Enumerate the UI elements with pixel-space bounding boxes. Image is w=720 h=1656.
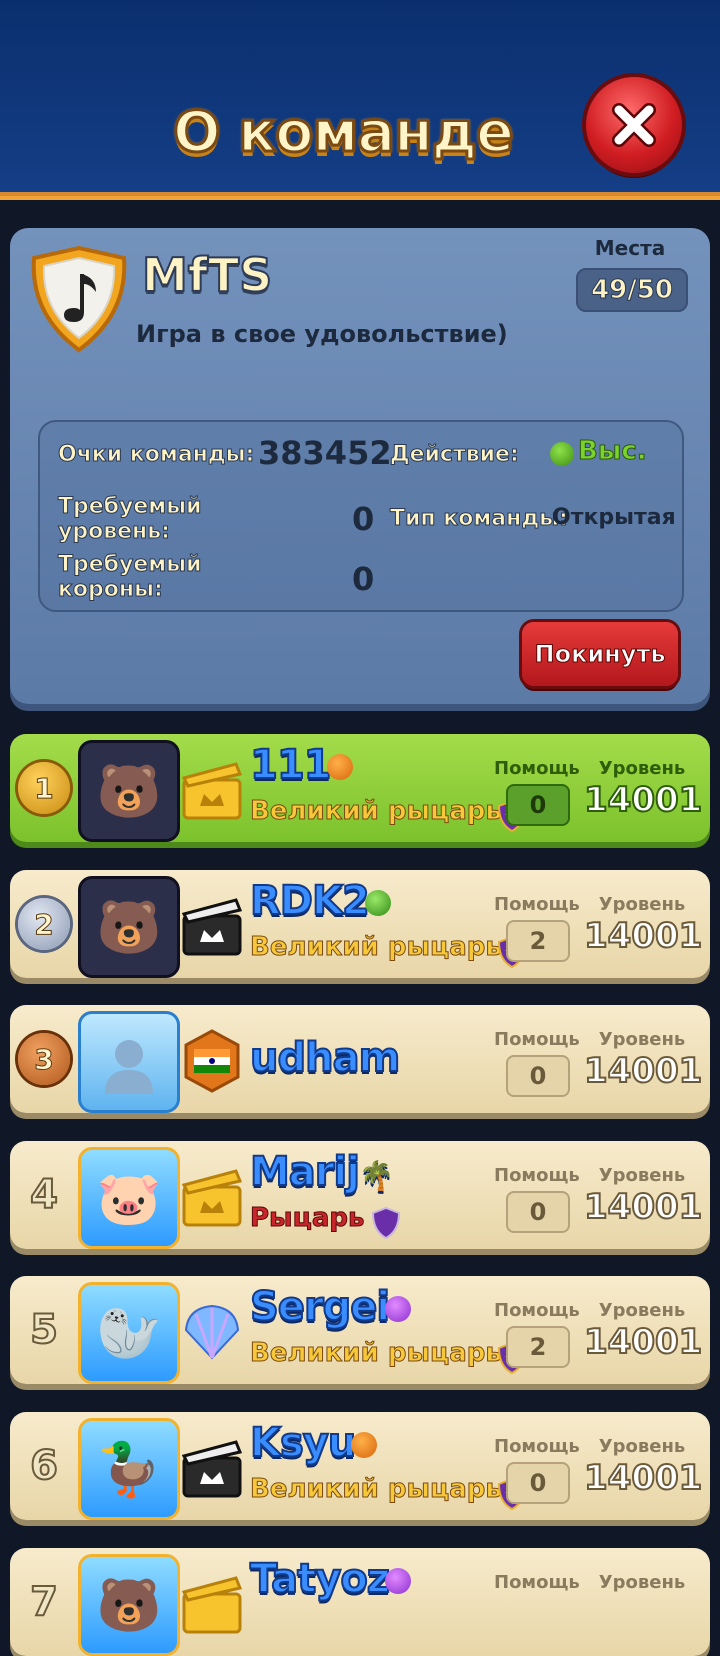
activity-label: Действие: [390, 442, 520, 468]
member-name: Marij🌴 [249, 1148, 395, 1196]
level-label: Уровень [598, 1165, 686, 1186]
rank-number: 5 [29, 1306, 59, 1354]
activity-status-icon [550, 442, 574, 466]
member-title: Рыцарь [249, 1203, 365, 1234]
clapperboard-black-icon [181, 898, 243, 956]
member-title: Великий рыцарь [250, 796, 503, 827]
help-label: Помощь [494, 1165, 580, 1186]
team-type-value: Открытая [552, 505, 676, 530]
close-icon [612, 103, 656, 147]
rank-number: 4 [29, 1171, 59, 1219]
level-value: 14001 [583, 779, 703, 821]
member-name: Ksyu [249, 1419, 378, 1467]
rank-number: 7 [29, 1578, 59, 1626]
team-type-label: Тип команды: [390, 506, 569, 532]
level-label: Уровень [598, 758, 686, 779]
bear-musician-avatar-icon: 🐻 [78, 740, 180, 842]
rank-number: 6 [29, 1442, 59, 1490]
bronze-rank-medal: 3 [18, 1033, 70, 1085]
gold-rank-medal: 1 [18, 762, 70, 814]
level-value: 14001 [583, 915, 703, 957]
header-bar: О команде [0, 0, 720, 196]
activity-value: Выс. [578, 436, 648, 467]
level-label: Уровень [598, 1572, 686, 1593]
team-description: Игра в свое удовольствие) [136, 320, 508, 348]
team-points-value: 383452 [258, 434, 392, 472]
slots-label: Места [594, 236, 666, 260]
member-row[interactable]: 2 🐻 RDK2 Великий рыцарь Помощь 2 Уровень… [10, 870, 710, 978]
clapperboard-gold-icon [181, 762, 243, 820]
slots-value: 49/50 [576, 268, 688, 312]
required-level-value: 0 [352, 500, 375, 538]
level-value: 14001 [583, 1457, 703, 1499]
page-title: О команде [171, 98, 515, 166]
required-crowns-value: 0 [352, 560, 375, 598]
help-count: 2 [506, 920, 570, 962]
help-label: Помощь [494, 1300, 580, 1321]
member-name: Sergei [249, 1283, 412, 1331]
india-flag-icon [184, 1029, 240, 1093]
purple-shell-icon [385, 1568, 412, 1594]
level-value: 14001 [583, 1186, 703, 1228]
knight-shield-icon [372, 1207, 400, 1239]
level-value: 14001 [583, 1321, 703, 1363]
silver-rank-medal: 2 [18, 898, 70, 950]
member-title: Великий рыцарь [250, 1338, 503, 1369]
member-row[interactable]: 6 🦆 Ksyu Великий рыцарь Помощь 0 Уровень… [10, 1412, 710, 1520]
green-gem-icon [364, 890, 391, 916]
required-crowns-label: Требуемый короны: [58, 552, 203, 603]
team-name: MfTS [141, 247, 273, 303]
help-label: Помощь [494, 1029, 580, 1050]
clapperboard-gold-icon [181, 1576, 243, 1634]
required-level-label: Требуемый уровень: [58, 494, 203, 545]
basketball-icon [351, 1432, 378, 1458]
help-label: Помощь [494, 758, 580, 779]
walrus-avatar-icon: 🦭 [78, 1282, 180, 1384]
close-button[interactable] [586, 77, 682, 173]
purple-shell-icon [385, 1296, 412, 1322]
level-label: Уровень [598, 1300, 686, 1321]
help-label: Помощь [494, 1572, 580, 1593]
help-label: Помощь [494, 894, 580, 915]
clapperboard-gold-icon [181, 1169, 243, 1227]
help-count: 0 [506, 1055, 570, 1097]
music-note-badge-icon [31, 245, 127, 353]
level-value: 14001 [583, 1050, 703, 1092]
help-count: 0 [506, 1462, 570, 1504]
member-name: Tatyoz [249, 1555, 412, 1603]
member-title: Великий рыцарь [250, 1474, 503, 1505]
member-name: 111 [249, 741, 353, 789]
seashell-icon [184, 1304, 240, 1360]
bear-trumpet-avatar-icon: 🐻 [78, 876, 180, 978]
bear-avatar-icon: 🐻 [78, 1554, 180, 1656]
member-name: udham [249, 1034, 401, 1082]
level-label: Уровень [598, 1029, 686, 1050]
clapperboard-black-icon [181, 1440, 243, 1498]
level-label: Уровень [598, 1436, 686, 1457]
duck-avatar-icon: 🦆 [78, 1418, 180, 1520]
level-label: Уровень [598, 894, 686, 915]
help-label: Помощь [494, 1436, 580, 1457]
member-name: RDK2 [249, 877, 391, 925]
member-row[interactable]: 1 🐻 111 Великий рыцарь Помощь 0 Уровень … [10, 734, 710, 842]
basketball-icon [326, 754, 353, 780]
team-points-label: Очки команды: [57, 442, 255, 468]
help-count: 2 [506, 1326, 570, 1368]
member-row[interactable]: 5 🦭 Sergei Великий рыцарь Помощь 2 Урове… [10, 1276, 710, 1384]
member-row[interactable]: 3 udham Помощь 0 Уровень 14001 [10, 1005, 710, 1113]
member-title: Великий рыцарь [250, 932, 503, 963]
pig-avatar-icon: 🐷 [78, 1147, 180, 1249]
default-avatar-icon [78, 1011, 180, 1113]
member-row[interactable]: 7 🐻 Tatyoz Помощь Уровень [10, 1548, 710, 1656]
help-count: 0 [506, 784, 570, 826]
member-row[interactable]: 4 🐷 Marij🌴 Рыцарь Помощь 0 Уровень 14001 [10, 1141, 710, 1249]
palm-tree-icon: 🌴 [358, 1158, 395, 1193]
help-count: 0 [506, 1191, 570, 1233]
leave-team-button[interactable]: Покинуть [522, 622, 678, 686]
